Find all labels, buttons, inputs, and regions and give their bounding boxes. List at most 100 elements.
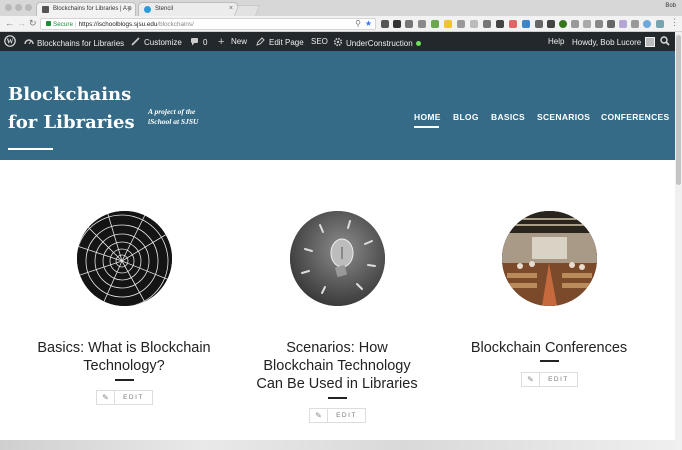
title-underline	[8, 148, 53, 150]
lightbulb-image[interactable]	[290, 211, 385, 306]
window-maximize-button[interactable]	[25, 4, 32, 11]
extension-icon[interactable]	[571, 20, 579, 28]
address-bar[interactable]: Secure | https://ischoolblogs.sjsu.edu/blo…	[40, 18, 376, 30]
extension-icon[interactable]	[547, 20, 555, 28]
extension-icon[interactable]	[496, 20, 504, 28]
reload-icon[interactable]: ↻	[29, 18, 37, 29]
nav-home[interactable]: HOME	[414, 112, 441, 122]
forward-arrow-icon[interactable]: →	[17, 18, 26, 28]
wordpress-logo-icon[interactable]: W	[4, 35, 16, 49]
bottom-image-strip	[0, 440, 675, 450]
browser-toolbar: ← → ↻ Secure | https://ischoolblogs.sjsu.e…	[0, 16, 682, 32]
extension-icon[interactable]	[457, 20, 465, 28]
nav-blog[interactable]: BLOG	[453, 112, 479, 122]
comments-link[interactable]: 0	[190, 37, 207, 47]
extension-icon[interactable]	[381, 20, 389, 28]
extension-icon[interactable]	[535, 20, 543, 28]
wp-admin-bar: W Blockchains for Libraries Customize 0 …	[0, 32, 675, 51]
edit-label: EDIT	[336, 412, 357, 419]
card-title-scenarios[interactable]: Scenarios: How Blockchain Technology Can…	[237, 339, 437, 393]
tab-title: Stencil	[155, 6, 174, 12]
extension-icon[interactable]	[405, 20, 413, 28]
extension-icon[interactable]	[522, 20, 530, 28]
wordpress-favicon-icon	[42, 6, 49, 13]
nav-basics[interactable]: BASICS	[491, 112, 525, 122]
lock-icon	[46, 21, 51, 26]
window-close-button[interactable]	[5, 4, 12, 11]
extension-icon[interactable]	[393, 20, 401, 28]
site-tagline: A project of the iSchool at SJSU	[148, 107, 199, 126]
stencil-favicon-icon	[144, 6, 151, 13]
active-nav-underline	[414, 126, 439, 128]
account-menu[interactable]: Howdy, Bob Lucore	[572, 37, 656, 47]
edit-page-link[interactable]: Edit Page	[256, 37, 304, 47]
edit-button[interactable]: ✎ EDIT	[96, 390, 153, 405]
new-content-link[interactable]: + New	[218, 36, 247, 48]
pencil-icon: ✎	[522, 373, 540, 386]
site-title[interactable]: Blockchains for Libraries	[8, 81, 138, 137]
extension-icon[interactable]	[631, 20, 639, 28]
extension-icon[interactable]	[583, 20, 591, 28]
extension-icon[interactable]	[619, 20, 627, 28]
svg-text:W: W	[7, 38, 14, 46]
under-construction-link[interactable]: UnderConstruction	[333, 37, 421, 48]
window-minimize-button[interactable]	[15, 4, 22, 11]
tab-stencil[interactable]: Stencil ×	[138, 2, 238, 16]
close-tab-icon[interactable]: ×	[127, 5, 131, 12]
card-rule	[540, 360, 559, 362]
comment-icon	[190, 37, 199, 46]
star-icon[interactable]: ★	[365, 19, 372, 28]
profile-name[interactable]: Bob	[665, 3, 676, 9]
admin-site-name[interactable]: Blockchains for Libraries	[24, 37, 124, 48]
card-rule	[328, 397, 347, 399]
help-link[interactable]: Help	[548, 37, 564, 46]
brush-icon	[131, 37, 140, 46]
card-title-conferences[interactable]: Blockchain Conferences	[449, 339, 649, 357]
extension-icon[interactable]	[483, 20, 491, 28]
extension-icon[interactable]	[559, 20, 567, 28]
gear-icon	[333, 37, 343, 47]
card-rule	[115, 379, 134, 381]
avatar	[645, 37, 656, 47]
seo-link[interactable]: SEO	[311, 37, 328, 46]
edit-button[interactable]: ✎ EDIT	[521, 372, 578, 387]
status-dot	[415, 41, 421, 46]
card-title-basics[interactable]: Basics: What is Blockchain Technology?	[24, 339, 224, 375]
search-icon[interactable]: ⚲	[355, 19, 361, 28]
extension-icon[interactable]	[607, 20, 615, 28]
pencil-icon: ✎	[97, 391, 115, 404]
pencil-icon	[256, 37, 265, 46]
back-arrow-icon[interactable]: ←	[5, 18, 14, 28]
extension-icon[interactable]	[444, 20, 452, 28]
site-title-line: Blockchains	[8, 84, 132, 105]
scrollbar-thumb[interactable]	[676, 35, 681, 185]
nav-conferences[interactable]: CONFERENCES	[601, 112, 669, 122]
extension-icon[interactable]	[509, 20, 517, 28]
site-title-line: for Libraries	[8, 112, 135, 133]
edit-label: EDIT	[548, 376, 569, 383]
close-tab-icon[interactable]: ×	[229, 5, 233, 12]
url-host: https://ischoolblogs.sjsu.edu	[78, 21, 158, 28]
conference-room-image[interactable]	[502, 211, 597, 306]
spiderweb-image[interactable]	[77, 211, 172, 306]
customize-link[interactable]: Customize	[131, 37, 182, 47]
plus-icon: +	[218, 36, 225, 48]
edit-label: EDIT	[123, 394, 144, 401]
extension-icon[interactable]	[431, 20, 439, 28]
dashboard-icon	[24, 37, 34, 46]
extension-icon[interactable]	[595, 20, 603, 28]
extension-icon[interactable]	[418, 20, 426, 28]
secure-label: Secure	[53, 21, 73, 28]
extension-icon[interactable]	[643, 20, 651, 28]
site-header: Blockchains for Libraries A project of t…	[0, 51, 675, 160]
extension-icon[interactable]	[470, 20, 478, 28]
nav-scenarios[interactable]: SCENARIOS	[537, 112, 590, 122]
new-tab-button[interactable]	[233, 5, 261, 16]
edit-button[interactable]: ✎ EDIT	[309, 408, 366, 423]
url-path: /blockchains/	[157, 21, 194, 28]
extension-icon[interactable]	[656, 20, 664, 28]
search-icon[interactable]	[660, 36, 670, 48]
browser-tab-strip: Blockchains for Libraries | A p × Stenci…	[0, 0, 682, 16]
tab-blockchains[interactable]: Blockchains for Libraries | A p ×	[36, 2, 136, 16]
menu-icon[interactable]: ⋮	[670, 17, 679, 28]
